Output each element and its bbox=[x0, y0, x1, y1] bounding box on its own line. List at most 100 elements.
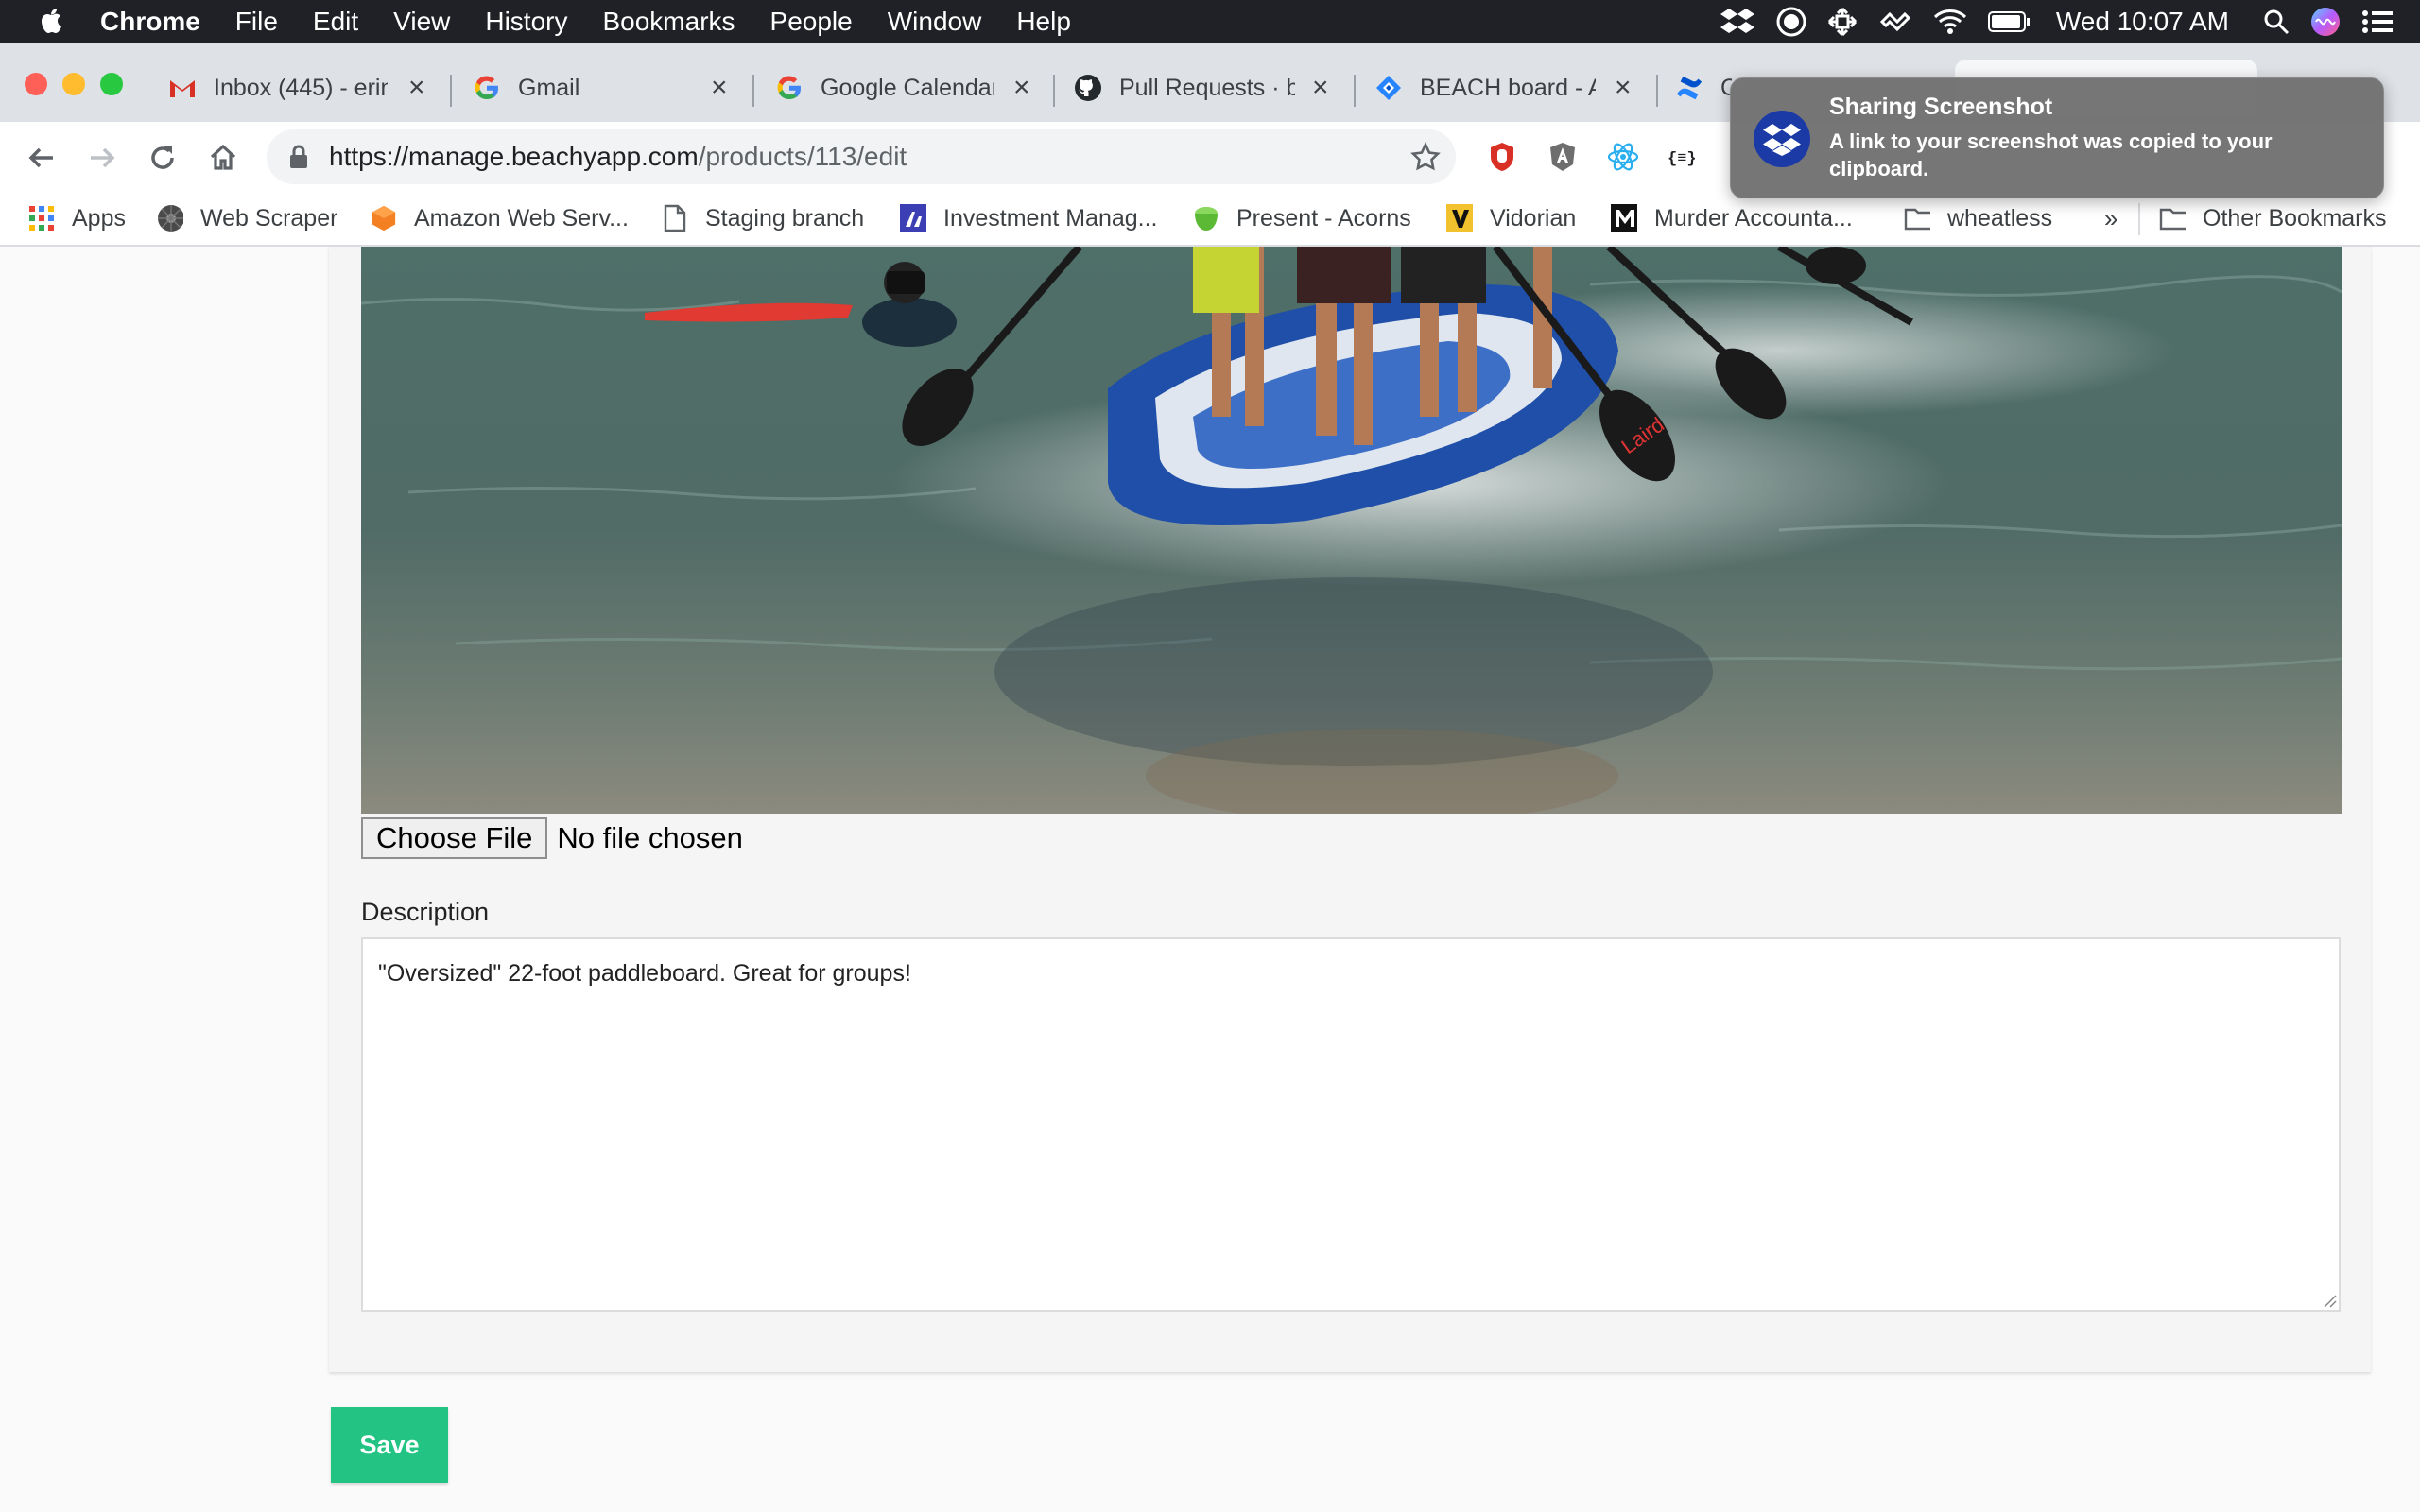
tab-beach-board[interactable]: BEACH board - A × bbox=[1374, 61, 1639, 114]
tab-pull-requests[interactable]: Pull Requests · b × bbox=[1074, 61, 1339, 114]
lock-icon[interactable] bbox=[289, 145, 308, 169]
menu-history[interactable]: History bbox=[485, 7, 567, 37]
forward-button[interactable] bbox=[83, 139, 121, 177]
github-icon bbox=[1074, 74, 1102, 102]
bookmark-staging-branch[interactable]: Staging branch bbox=[662, 201, 864, 235]
home-button[interactable] bbox=[204, 139, 242, 177]
tab-close-icon[interactable]: × bbox=[711, 72, 728, 104]
tab-title: BEACH board - A bbox=[1420, 74, 1596, 101]
battery-icon[interactable] bbox=[1987, 10, 2031, 33]
bookmark-apps[interactable]: Apps bbox=[28, 201, 126, 235]
tab-close-icon[interactable]: × bbox=[408, 72, 425, 104]
angular-extension-icon[interactable] bbox=[1547, 141, 1579, 173]
tab-title: Google Calendar bbox=[821, 74, 994, 101]
google-icon bbox=[473, 74, 501, 102]
menu-help[interactable]: Help bbox=[1016, 7, 1071, 37]
file-upload-row: Choose File No file chosen bbox=[361, 817, 743, 859]
bookmark-label: Present - Acorns bbox=[1236, 204, 1411, 232]
investment-icon bbox=[900, 204, 926, 232]
adblock-extension-icon[interactable] bbox=[1486, 141, 1518, 173]
dropbox-status-icon[interactable] bbox=[1720, 7, 1755, 37]
web-scraper-icon bbox=[157, 205, 183, 232]
menu-view[interactable]: View bbox=[393, 7, 450, 37]
bookmark-present-acorns[interactable]: Present - Acorns bbox=[1193, 201, 1411, 235]
bookmark-label: Other Bookmarks bbox=[2203, 204, 2387, 232]
bookmark-other-bookmarks[interactable]: Other Bookmarks bbox=[2159, 201, 2387, 235]
tab-gmail[interactable]: Gmail × bbox=[473, 61, 737, 114]
description-textarea[interactable]: "Oversized" 22-foot paddleboard. Great f… bbox=[361, 937, 2341, 1312]
tab-close-icon[interactable]: × bbox=[1013, 72, 1030, 104]
bookmark-web-scraper[interactable]: Web Scraper bbox=[157, 201, 337, 235]
description-value: "Oversized" 22-foot paddleboard. Great f… bbox=[378, 960, 911, 987]
tab-close-icon[interactable]: × bbox=[1312, 72, 1329, 104]
bookmarks-overflow-button[interactable]: » bbox=[2104, 201, 2118, 235]
google-icon bbox=[775, 74, 804, 102]
acorns-icon bbox=[1193, 205, 1219, 232]
menu-file[interactable]: File bbox=[235, 7, 278, 37]
macos-menu-bar: Chrome File Edit View History Bookmarks … bbox=[0, 0, 2420, 43]
notification-center-icon[interactable] bbox=[2361, 9, 2394, 35]
jira-icon bbox=[1374, 74, 1403, 102]
window-minimize-button[interactable] bbox=[62, 73, 85, 95]
loop-status-icon[interactable] bbox=[1878, 10, 1912, 33]
window-zoom-button[interactable] bbox=[100, 73, 123, 95]
bookmark-label: Apps bbox=[72, 204, 126, 232]
gmail-icon bbox=[168, 74, 197, 102]
bookmark-label: Murder Accounta... bbox=[1654, 204, 1853, 232]
tab-inbox[interactable]: Inbox (445) - erin × bbox=[168, 61, 433, 114]
menu-app-name[interactable]: Chrome bbox=[100, 7, 200, 37]
tab-confluence[interactable]: C bbox=[1675, 61, 1732, 114]
svg-text:{≡}: {≡} bbox=[1668, 150, 1697, 168]
sharing-screenshot-notification[interactable]: Sharing Screenshot A link to your screen… bbox=[1730, 77, 2384, 198]
menu-people[interactable]: People bbox=[770, 7, 853, 37]
tab-divider bbox=[1656, 75, 1658, 107]
page-icon bbox=[662, 204, 688, 232]
bookmarks-bar: Apps Web Scraper Amazon Web Serv... Stag… bbox=[0, 192, 2420, 247]
bookmark-label: Web Scraper bbox=[200, 204, 338, 232]
bookmark-aws[interactable]: Amazon Web Serv... bbox=[371, 201, 629, 235]
tab-google-calendar[interactable]: Google Calendar × bbox=[775, 61, 1040, 114]
resize-handle-icon[interactable] bbox=[2322, 1293, 2337, 1308]
bookmark-label: Amazon Web Serv... bbox=[414, 204, 629, 232]
tab-divider bbox=[450, 75, 452, 107]
tab-divider bbox=[1354, 75, 1356, 107]
apps-grid-icon bbox=[28, 205, 55, 232]
reload-button[interactable] bbox=[144, 139, 182, 177]
menu-edit[interactable]: Edit bbox=[313, 7, 358, 37]
json-formatter-icon[interactable]: {≡} bbox=[1668, 141, 1700, 173]
bookmark-murder-accountability[interactable]: Murder Accounta... bbox=[1611, 201, 1853, 235]
bookmark-folder-wheatless[interactable]: wheatless bbox=[1904, 201, 2052, 235]
tab-title: Pull Requests · b bbox=[1119, 74, 1295, 101]
tab-close-icon[interactable]: × bbox=[1615, 72, 1632, 104]
spotlight-search-icon[interactable] bbox=[2263, 9, 2290, 35]
bookmark-investment-management[interactable]: Investment Manag... bbox=[900, 201, 1158, 235]
chevron-double-icon: » bbox=[2104, 203, 2118, 232]
react-devtools-icon[interactable] bbox=[1607, 141, 1639, 173]
tab-title: Gmail bbox=[518, 74, 580, 101]
back-button[interactable] bbox=[23, 139, 60, 177]
menu-bookmarks[interactable]: Bookmarks bbox=[602, 7, 735, 37]
tab-divider bbox=[1053, 75, 1055, 107]
tab-title: Inbox (445) - erin bbox=[214, 74, 388, 101]
description-label: Description bbox=[361, 898, 490, 926]
bookmarks-divider bbox=[2138, 203, 2140, 235]
file-status-text: No file chosen bbox=[557, 821, 743, 854]
choose-file-button[interactable]: Choose File bbox=[361, 817, 548, 859]
url-text[interactable]: https://manage.beachyapp.com/products/11… bbox=[329, 142, 907, 172]
move-status-icon[interactable] bbox=[1827, 7, 1858, 37]
save-button[interactable]: Save bbox=[331, 1407, 448, 1483]
menubar-clock[interactable]: Wed 10:07 AM bbox=[2056, 7, 2229, 37]
siri-icon[interactable] bbox=[2310, 7, 2341, 37]
record-status-icon[interactable] bbox=[1776, 7, 1806, 37]
window-close-button[interactable] bbox=[25, 73, 47, 95]
address-bar[interactable]: https://manage.beachyapp.com/products/11… bbox=[267, 129, 1456, 184]
apple-icon[interactable] bbox=[38, 6, 66, 38]
bookmark-star-icon[interactable] bbox=[1410, 141, 1441, 177]
wifi-icon[interactable] bbox=[1933, 9, 1967, 35]
confluence-icon bbox=[1675, 74, 1703, 102]
bookmark-vidorian[interactable]: Vidorian bbox=[1446, 201, 1576, 235]
bookmark-label: Investment Manag... bbox=[943, 204, 1158, 232]
bookmark-label: Vidorian bbox=[1490, 204, 1577, 232]
menu-window[interactable]: Window bbox=[888, 7, 982, 37]
vidorian-icon bbox=[1446, 204, 1473, 232]
